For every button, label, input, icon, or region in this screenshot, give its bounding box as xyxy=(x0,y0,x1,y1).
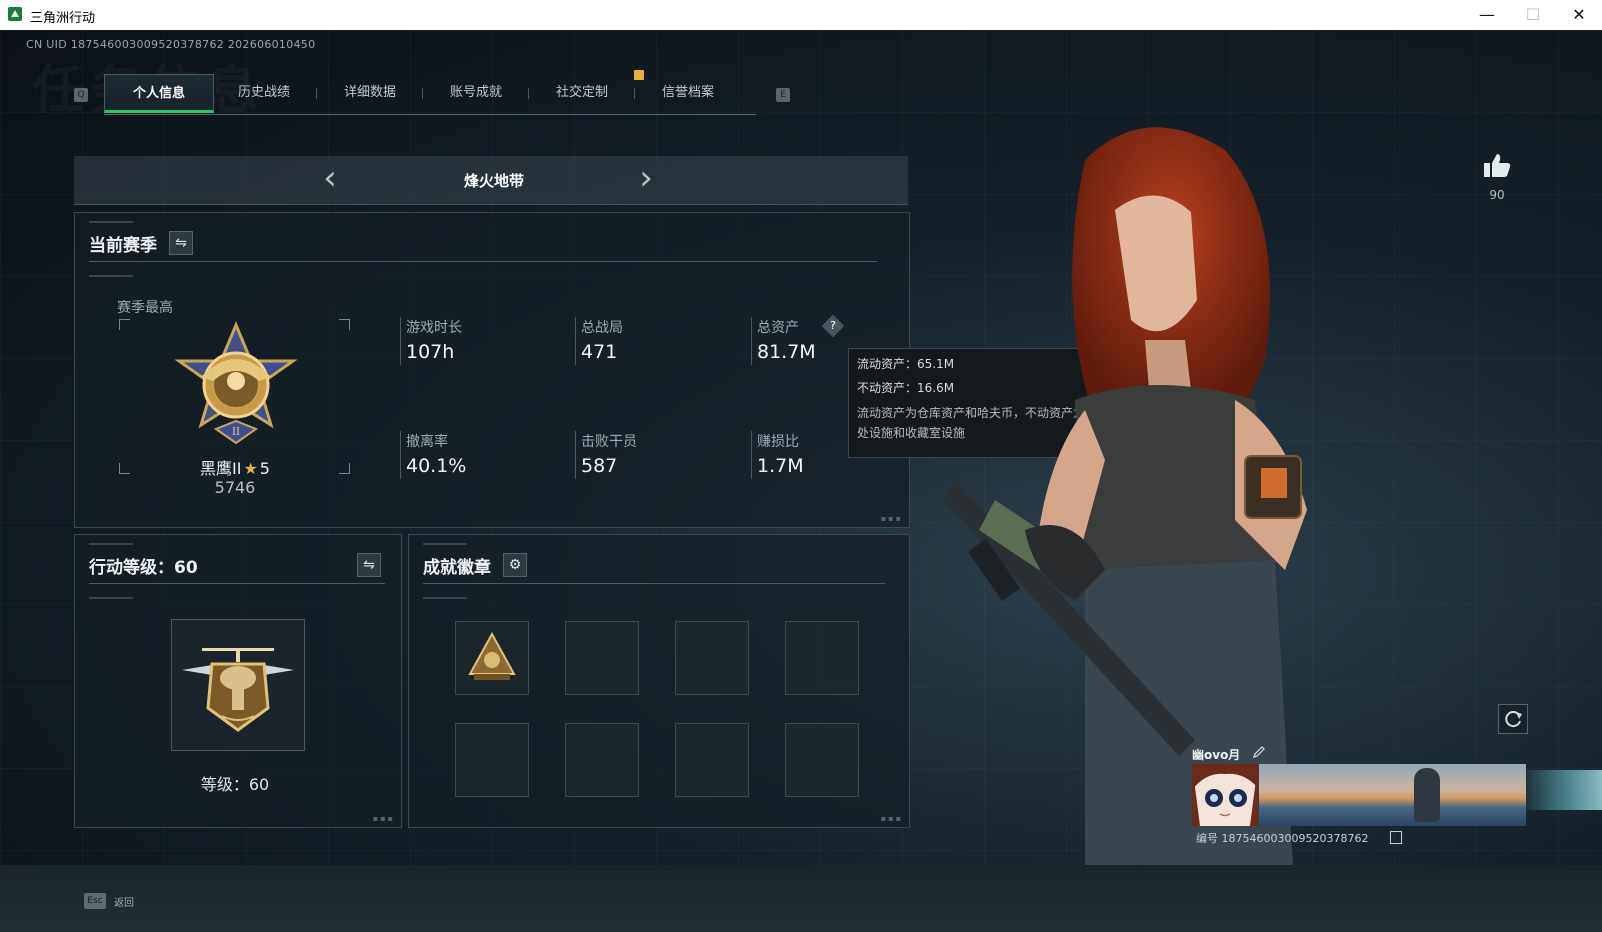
banner-figure xyxy=(1414,768,1440,822)
tab-social-custom[interactable]: 社交定制 xyxy=(528,74,636,112)
player-id: 编号 18754600300952037876​2 xyxy=(1196,832,1369,845)
window-title: 三角洲行动 xyxy=(30,11,96,26)
svg-text:II: II xyxy=(232,427,240,438)
back-label[interactable]: 返回 xyxy=(114,894,134,909)
panel-decor: ▪▪▪ xyxy=(372,814,395,823)
thumbs-up-icon[interactable] xyxy=(1483,152,1511,178)
badge-slot[interactable] xyxy=(675,621,749,695)
tab-history[interactable]: 历史战绩 xyxy=(210,74,318,112)
tab-personal-info[interactable]: 个人信息 xyxy=(104,74,214,113)
panel-decor xyxy=(89,221,133,223)
player-name: 幽ovo月 xyxy=(1192,748,1241,762)
level-panel: 行动等级：60 ⇋ 等级：60 ▪▪▪ xyxy=(74,534,402,828)
mode-switcher: ‹ 烽火地带 › xyxy=(74,156,908,205)
light-streak-decor xyxy=(1520,770,1602,810)
badge-slot[interactable] xyxy=(785,723,859,797)
tab-achievements[interactable]: 账号成就 xyxy=(422,74,530,112)
season-best-label: 赛季最高 xyxy=(117,300,173,316)
copy-icon[interactable] xyxy=(1390,831,1402,844)
star-icon: ★ xyxy=(243,459,258,478)
badge-slot[interactable] xyxy=(675,723,749,797)
frame-corner xyxy=(119,319,130,330)
refresh-icon[interactable] xyxy=(1498,704,1528,734)
badge-slot[interactable] xyxy=(565,621,639,695)
panel-decor xyxy=(89,597,133,599)
avatar[interactable] xyxy=(1192,764,1259,826)
uid-text: CN UID 1875460030095203787​62 2026060104… xyxy=(26,38,316,51)
season-switch-button[interactable]: ⇋ xyxy=(169,231,193,255)
tab-detailed-data[interactable]: 详细数据 xyxy=(316,74,424,112)
frame-corner xyxy=(339,463,350,474)
like-count: 90 xyxy=(1489,188,1505,202)
level-emblem-frame xyxy=(171,619,305,751)
helicopter-emblem-icon xyxy=(182,648,294,732)
achievement-badge-icon xyxy=(468,631,516,680)
frame-corner xyxy=(119,463,130,474)
divider xyxy=(423,583,885,584)
season-heading: 当前赛季 xyxy=(89,236,157,256)
level-switch-button[interactable]: ⇋ xyxy=(357,553,381,577)
divider xyxy=(89,583,385,584)
badge-slot[interactable] xyxy=(565,723,639,797)
badges-panel: 成就徽章 ⚙ ▪▪▪ xyxy=(408,534,910,828)
badge-slot[interactable] xyxy=(455,723,529,797)
level-heading: 行动等级：60 xyxy=(89,558,198,578)
season-panel: 当前赛季 ⇋ 赛季最高 II 黑鹰II ★ 5 5746 游戏时长 107h 总… xyxy=(74,212,910,528)
tab-reputation[interactable]: 信誉档案 xyxy=(634,74,742,112)
badge-slot[interactable] xyxy=(455,621,529,695)
rank-emblem-icon: II xyxy=(174,321,298,445)
help-icon[interactable]: ? xyxy=(821,314,845,338)
badges-heading: 成就徽章 xyxy=(423,558,491,578)
minimize-button[interactable]: — xyxy=(1464,0,1510,30)
chevron-right-icon[interactable]: › xyxy=(630,161,662,196)
window-titlebar: 三角洲行动 — ☐ ✕ xyxy=(0,0,1602,30)
next-tab-key-hint[interactable]: E xyxy=(776,88,790,102)
divider xyxy=(89,261,877,262)
panel-decor: ▪▪▪ xyxy=(880,814,903,823)
mode-title: 烽火地带 xyxy=(463,172,524,190)
app-logo-icon xyxy=(8,7,22,21)
panel-decor xyxy=(89,543,133,545)
game-stage: 任务信息 CN UID 1875460030095203787​62 20260… xyxy=(0,30,1602,932)
panel-decor: ▪▪▪ xyxy=(880,514,903,523)
footer-bar: Esc 返回 xyxy=(0,865,1602,932)
chevron-left-icon[interactable]: ‹ xyxy=(314,161,346,196)
close-button[interactable]: ✕ xyxy=(1556,0,1602,30)
frame-corner xyxy=(339,319,350,330)
esc-key-hint[interactable]: Esc xyxy=(84,893,106,909)
panel-decor xyxy=(423,543,467,545)
maximize-button[interactable]: ☐ xyxy=(1510,0,1556,30)
avatar-image xyxy=(1192,764,1258,826)
panel-decor xyxy=(423,597,467,599)
edit-icon[interactable] xyxy=(1252,745,1266,759)
panel-decor xyxy=(89,275,133,277)
tab-bar: 个人信息 历史战绩 详细数据 账号成就 社交定制 信誉档案 xyxy=(104,74,756,115)
rank-name: 黑鹰II ★ 5 xyxy=(200,459,270,478)
level-text: 等级：60 xyxy=(200,775,270,794)
badge-slot[interactable] xyxy=(785,621,859,695)
rank-score: 5746 xyxy=(214,478,256,497)
prev-tab-key-hint[interactable]: Q xyxy=(74,88,88,102)
gear-icon[interactable]: ⚙ xyxy=(503,553,527,577)
alert-icon xyxy=(634,70,644,80)
